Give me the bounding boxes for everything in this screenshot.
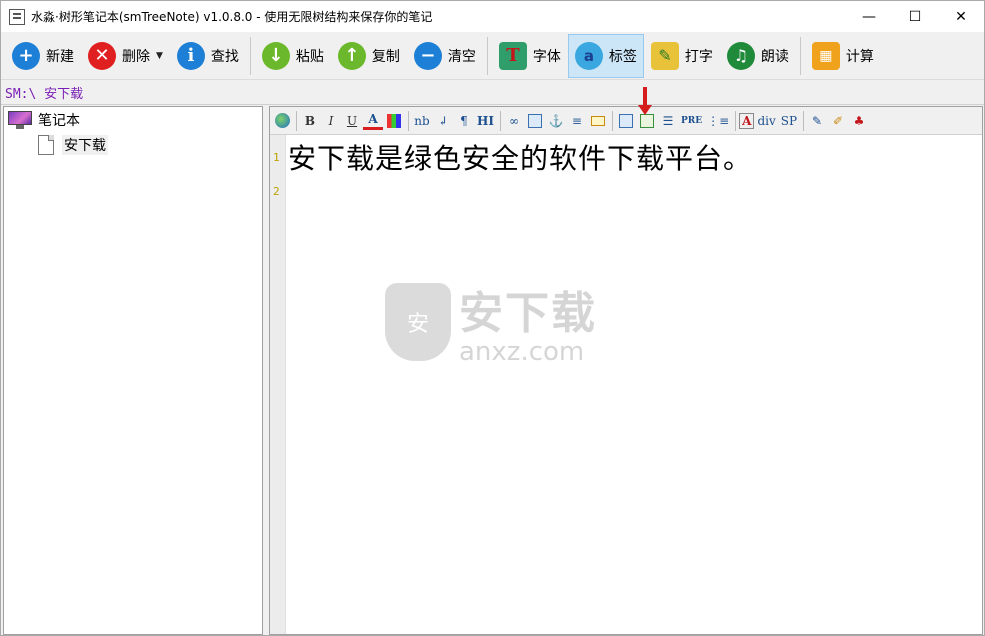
line-number-gutter: 1 2	[270, 135, 286, 634]
hr-icon[interactable]: ≡	[567, 110, 587, 132]
document-icon	[38, 135, 54, 155]
editor-panel: B I U A nb ↲ ¶ HI ∞ ⚓ ≡ ☰ PRE ⋮≡ A div S…	[269, 106, 983, 635]
watermark-en: anxz.com	[459, 337, 585, 367]
window-title: 水淼·树形笔记本(smTreeNote) v1.0.8.0 - 使用无限树结构来…	[31, 10, 433, 24]
linebreak-button[interactable]: ↲	[433, 110, 453, 132]
app-window: 水淼·树形笔记本(smTreeNote) v1.0.8.0 - 使用无限树结构来…	[0, 0, 985, 636]
format-separator	[499, 110, 501, 131]
path-bar: SM:\ 安下载	[1, 81, 984, 105]
font-box-button[interactable]: A	[739, 112, 755, 129]
type-label: 打字	[684, 48, 713, 65]
find-label: 查找	[210, 48, 239, 65]
find-button[interactable]: i 查找	[170, 34, 246, 78]
annotation-arrow-icon	[638, 87, 652, 115]
shapes-icon[interactable]: ♣	[849, 110, 869, 132]
color-grid-icon[interactable]	[384, 110, 404, 132]
calc-label: 计算	[845, 48, 874, 65]
pencil-icon: ✎	[650, 41, 679, 70]
copy-label: 复制	[371, 48, 400, 65]
plus-icon: +	[12, 41, 40, 70]
font-color-button[interactable]: A	[363, 112, 383, 130]
type-button[interactable]: ✎ 打字	[644, 34, 720, 78]
delete-button[interactable]: ✕ 删除 ▼	[81, 34, 170, 78]
line-number-1: 1	[273, 151, 280, 164]
toolbar-separator	[799, 36, 801, 75]
bold-button[interactable]: B	[300, 110, 320, 132]
tag-eye-icon: a	[574, 41, 603, 70]
clear-button[interactable]: − 清空	[407, 34, 483, 78]
watermark-text: 安下载 anxz.com	[459, 277, 597, 367]
globe-icon[interactable]	[272, 110, 292, 132]
minus-icon: −	[413, 41, 442, 70]
line-number-2: 2	[273, 185, 280, 198]
link-icon[interactable]: ∞	[504, 110, 524, 132]
calc-button[interactable]: ▦ 计算	[805, 34, 881, 78]
sp-button[interactable]: SP	[779, 110, 799, 132]
nbsp-button[interactable]: nb	[412, 110, 432, 132]
info-icon: i	[176, 41, 205, 70]
maximize-button[interactable]: ☐	[892, 1, 938, 32]
delete-label: 删除	[122, 48, 150, 65]
anchor-icon[interactable]: ⚓	[546, 110, 566, 132]
font-tt-icon: T	[498, 41, 527, 70]
tag-button[interactable]: a 标签	[567, 33, 644, 78]
paste-label: 粘贴	[295, 48, 324, 65]
format-separator	[408, 110, 409, 131]
close-button[interactable]: ✕	[938, 1, 984, 32]
format-separator	[803, 110, 805, 131]
image-icon[interactable]	[525, 110, 545, 132]
calculator-icon: ▦	[811, 41, 840, 70]
editor-line-1[interactable]: 安下载是绿色安全的软件下载平台。	[288, 137, 752, 177]
monitor-icon	[8, 111, 32, 129]
copy-button[interactable]: ↑ 复制	[331, 34, 407, 78]
div-button[interactable]: div	[755, 110, 777, 132]
tree-node-child[interactable]: 安下载	[38, 134, 108, 156]
new-label: 新建	[46, 48, 74, 65]
main-toolbar: + 新建 ✕ 删除 ▼ i 查找 ↓ 粘贴 ↑ 复制 − 清空 T 字体 a 标…	[1, 32, 984, 80]
title-bar: 水淼·树形笔记本(smTreeNote) v1.0.8.0 - 使用无限树结构来…	[1, 1, 984, 32]
window-controls: — ☐ ✕	[846, 1, 984, 32]
arrow-up-icon: ↑	[337, 41, 366, 70]
paste-button[interactable]: ↓ 粘贴	[255, 34, 331, 78]
minimize-button[interactable]: —	[846, 1, 892, 32]
italic-button[interactable]: I	[321, 110, 341, 132]
pre-button[interactable]: PRE	[679, 110, 704, 132]
watermark: 安 安下载 anxz.com	[385, 277, 597, 367]
new-button[interactable]: + 新建	[5, 34, 81, 78]
toolbar-separator	[249, 36, 251, 75]
tag-edit-icon[interactable]	[588, 110, 608, 132]
heading-button[interactable]: HI	[475, 110, 496, 132]
format-separator	[611, 110, 613, 131]
align-icon[interactable]: ☰	[658, 110, 678, 132]
edit-doc-icon[interactable]: ✎	[807, 110, 827, 132]
tag-label: 标签	[608, 48, 637, 65]
read-button[interactable]: ♫ 朗读	[720, 34, 796, 78]
table-icon[interactable]	[616, 110, 636, 132]
tree-node-root-label: 笔记本	[38, 113, 80, 129]
watermark-shield-icon: 安	[385, 283, 451, 361]
arrow-down-icon: ↓	[261, 41, 290, 70]
tree-node-root[interactable]: 笔记本	[8, 109, 80, 131]
font-button[interactable]: T 字体	[492, 34, 568, 78]
headphones-icon: ♫	[726, 41, 755, 70]
read-label: 朗读	[760, 48, 789, 65]
paragraph-button[interactable]: ¶	[454, 110, 474, 132]
font-label: 字体	[532, 48, 561, 65]
dropdown-arrow-icon[interactable]: ▼	[156, 51, 163, 61]
app-icon	[9, 8, 25, 25]
pencil-edit-icon[interactable]: ✐	[828, 110, 848, 132]
list-icon[interactable]: ⋮≡	[705, 110, 731, 132]
current-path: SM:\ 安下载	[5, 87, 84, 102]
note-tree-panel[interactable]: 笔记本 安下载	[3, 106, 263, 635]
format-toolbar: B I U A nb ↲ ¶ HI ∞ ⚓ ≡ ☰ PRE ⋮≡ A div S…	[270, 107, 982, 135]
tree-node-child-label: 安下载	[62, 135, 108, 155]
clear-label: 清空	[447, 48, 476, 65]
delete-x-icon: ✕	[88, 41, 116, 70]
format-separator	[735, 110, 737, 131]
watermark-cn: 安下载	[459, 288, 597, 339]
underline-button[interactable]: U	[342, 110, 362, 132]
toolbar-separator	[486, 36, 488, 75]
format-separator	[296, 110, 297, 131]
